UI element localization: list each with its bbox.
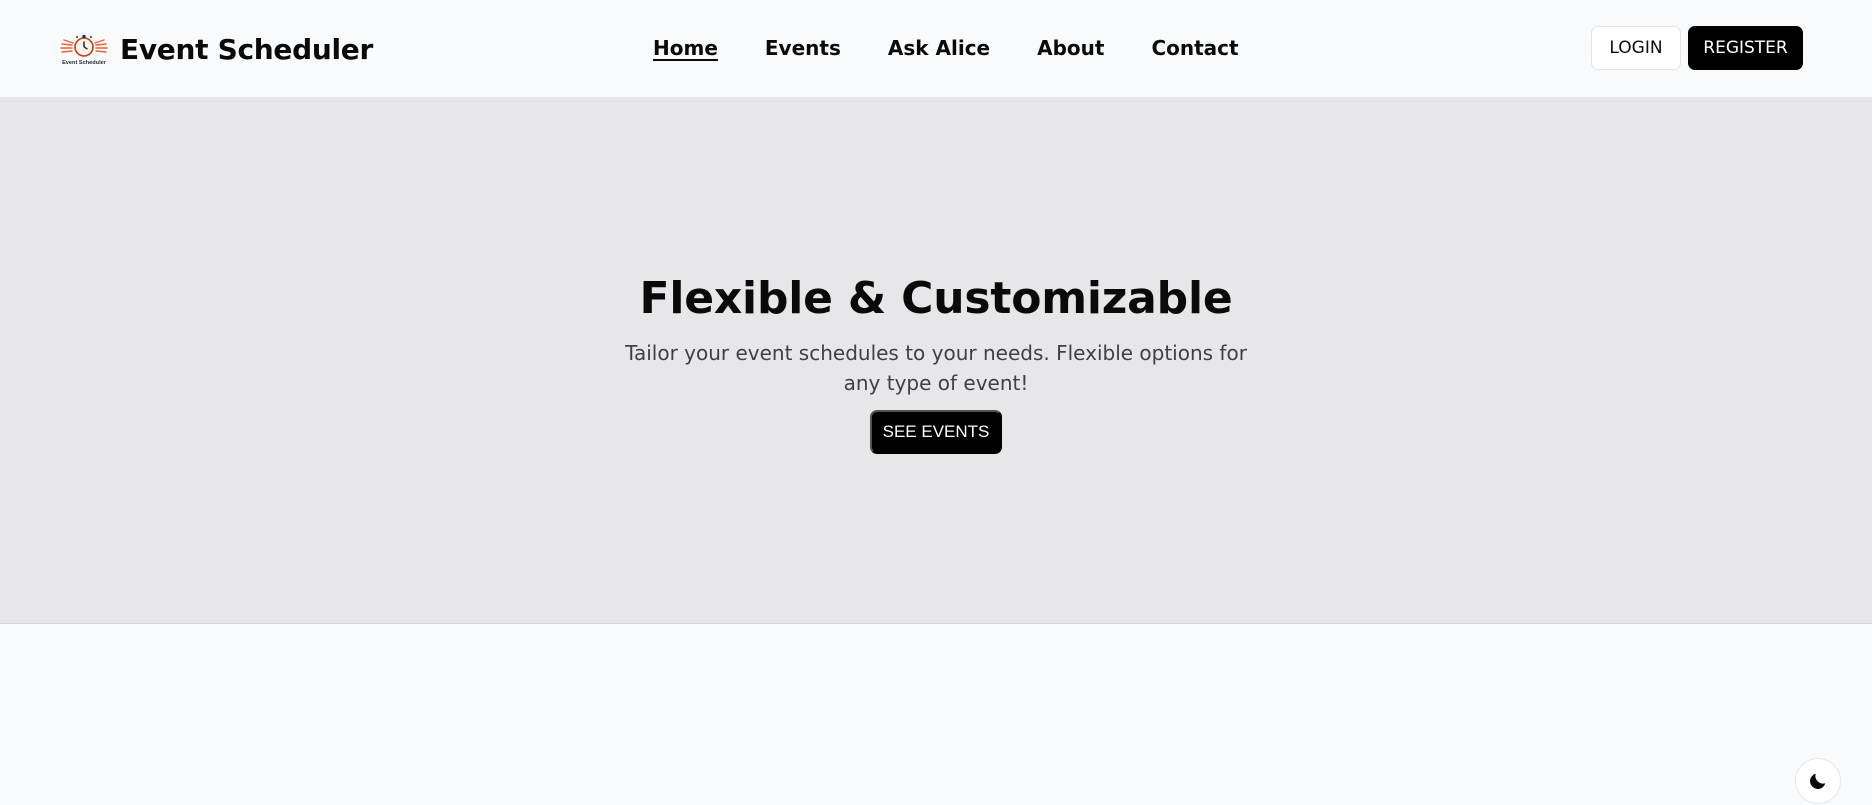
- site-header: Event Scheduler Event Scheduler Home Eve…: [0, 0, 1872, 98]
- hero-title: Flexible & Customizable: [639, 273, 1233, 324]
- theme-toggle-button[interactable]: [1795, 758, 1841, 804]
- auth-buttons: LOGIN REGISTER: [1591, 26, 1803, 70]
- moon-icon: [1810, 773, 1826, 789]
- brand-title: Event Scheduler: [120, 32, 373, 66]
- see-events-button[interactable]: SEE EVENTS: [870, 410, 1002, 454]
- nav-item-about[interactable]: About: [1037, 34, 1104, 62]
- register-button[interactable]: REGISTER: [1688, 26, 1803, 70]
- hero-subtitle: Tailor your event schedules to your need…: [625, 341, 1247, 395]
- hero-section: Flexible & Customizable Tailor your even…: [0, 98, 1872, 624]
- logo-wordmark: Event Scheduler: [62, 60, 107, 66]
- login-button[interactable]: LOGIN: [1591, 26, 1681, 70]
- nav-item-contact[interactable]: Contact: [1151, 34, 1238, 62]
- nav-item-home[interactable]: Home: [653, 34, 718, 62]
- hero-content: Flexible & Customizable Tailor your even…: [0, 272, 1872, 454]
- main-nav: Home Events Ask Alice About Contact: [653, 34, 1239, 62]
- nav-item-events[interactable]: Events: [765, 34, 841, 62]
- brand-link[interactable]: Event Scheduler Event Scheduler: [58, 28, 373, 70]
- stopwatch-icon: Event Scheduler: [60, 35, 108, 66]
- nav-item-ask-alice[interactable]: Ask Alice: [888, 34, 990, 62]
